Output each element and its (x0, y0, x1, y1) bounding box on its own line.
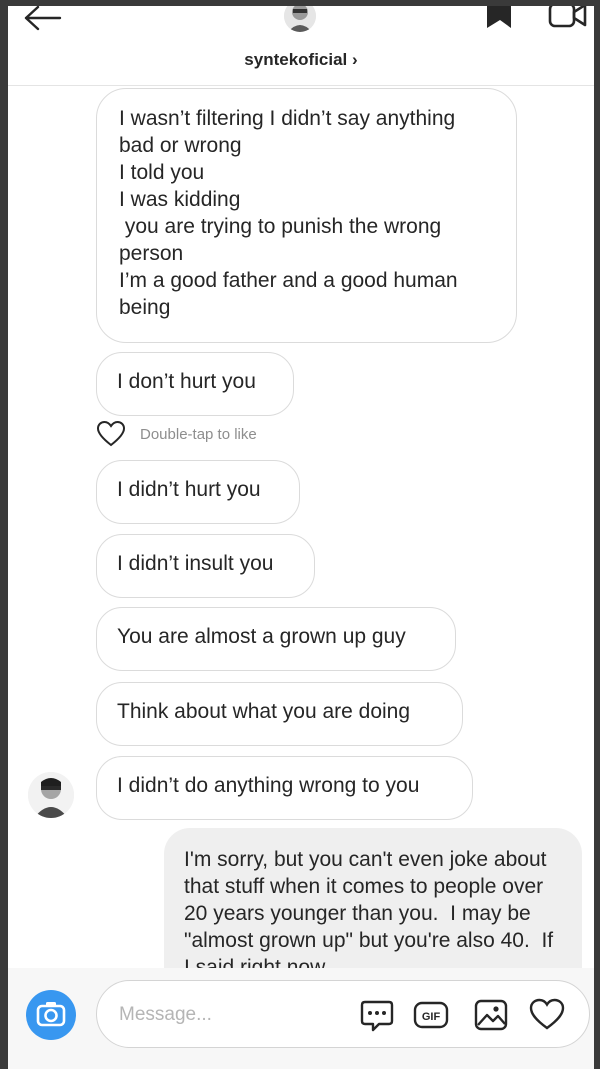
camera-button[interactable] (26, 990, 76, 1040)
heart-icon (529, 998, 565, 1030)
double-tap-hint: Double-tap to like (140, 426, 257, 443)
received-message[interactable]: I didn’t hurt you (96, 460, 300, 524)
received-message[interactable]: I don’t hurt you (96, 352, 294, 416)
chat-header: syntekoficial › (8, 6, 594, 86)
gif-button[interactable]: GIF (413, 997, 449, 1033)
message-input[interactable] (119, 1003, 339, 1027)
image-icon (474, 999, 508, 1031)
chevron-right-icon: › (352, 50, 358, 69)
profile-avatar-icon (284, 6, 316, 32)
header-profile-avatar[interactable] (284, 6, 316, 32)
quick-replies-button[interactable] (359, 997, 395, 1033)
direct-message-screen: syntekoficial › I wasn’t filtering I did… (8, 6, 594, 1069)
received-message[interactable]: I wasn’t filtering I didn’t say anything… (96, 88, 517, 343)
like-button[interactable] (529, 997, 565, 1033)
window-frame-left (0, 0, 8, 1069)
heart-outline-icon (96, 420, 126, 447)
window-frame-right (594, 0, 600, 1069)
profile-avatar-icon (28, 772, 74, 818)
gallery-button[interactable] (473, 997, 509, 1033)
video-call-button[interactable] (548, 6, 588, 32)
received-message[interactable]: I didn’t do anything wrong to you (96, 756, 473, 820)
received-message[interactable]: I didn’t insult you (96, 534, 315, 598)
gif-label: GIF (422, 1011, 441, 1023)
camera-icon (36, 1002, 66, 1027)
video-camera-icon (548, 6, 587, 28)
like-hint-row: Double-tap to like (96, 420, 356, 448)
received-message[interactable]: You are almost a grown up guy (96, 607, 456, 671)
sent-message[interactable]: I'm sorry, but you can't even joke about… (164, 828, 582, 968)
flag-button[interactable] (484, 6, 514, 32)
flag-icon (487, 6, 511, 28)
like-heart-button[interactable] (96, 420, 126, 448)
arrow-left-icon (24, 6, 62, 31)
message-field: GIF (96, 980, 590, 1048)
gif-icon: GIF (413, 1001, 449, 1029)
received-message[interactable]: Think about what you are doing (96, 682, 463, 746)
username-text: syntekoficial (244, 50, 348, 69)
chat-username[interactable]: syntekoficial › (8, 50, 594, 70)
chat-bubble-icon (360, 1000, 394, 1032)
sender-avatar[interactable] (28, 772, 74, 818)
back-button[interactable] (24, 6, 64, 32)
